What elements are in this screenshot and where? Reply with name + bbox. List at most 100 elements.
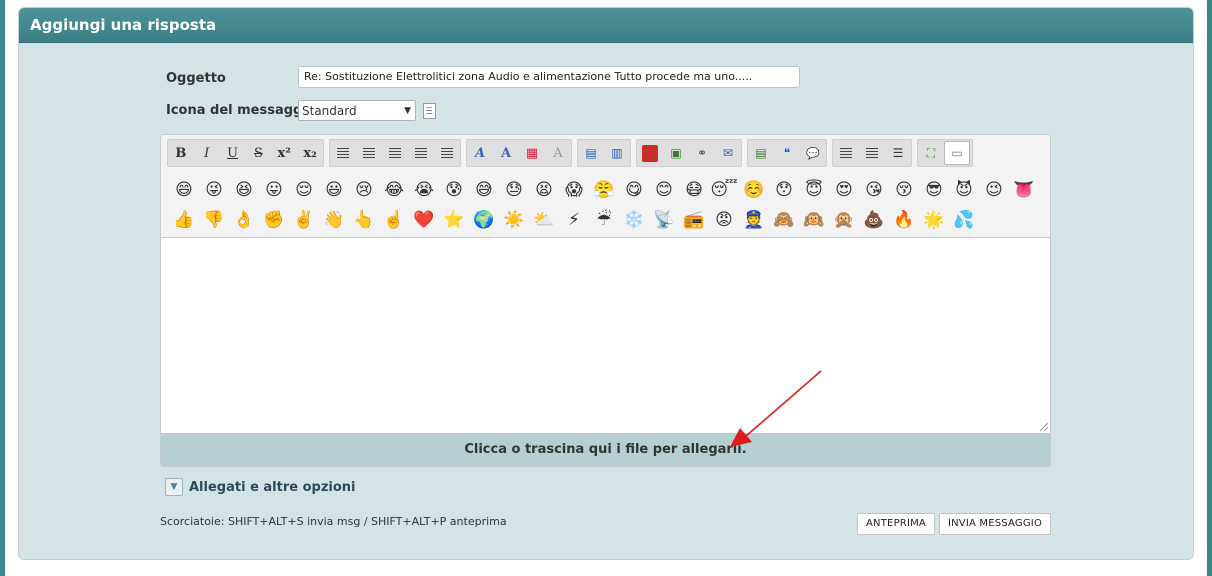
emoji-icon[interactable]: 📡 bbox=[649, 208, 679, 232]
color-icon[interactable]: ▦ bbox=[519, 141, 545, 165]
emoji-icon[interactable]: 👆 bbox=[349, 208, 379, 232]
emoji-icon[interactable]: 👌 bbox=[229, 208, 259, 232]
emoji-icon[interactable]: 😤 bbox=[589, 178, 619, 202]
submit-button[interactable]: INVIA MESSAGGIO bbox=[939, 513, 1051, 535]
emoji-icon[interactable]: 😆 bbox=[229, 178, 259, 202]
emoji-icon[interactable]: 😛 bbox=[259, 178, 289, 202]
emoji-icon[interactable]: 😈 bbox=[949, 178, 979, 202]
emoji-icon[interactable]: 😜 bbox=[199, 178, 229, 202]
emoji-icon[interactable]: 😯 bbox=[769, 178, 799, 202]
emoji-icon[interactable]: 😎 bbox=[919, 178, 949, 202]
emoji-icon[interactable]: 😢 bbox=[349, 178, 379, 202]
emoji-icon[interactable]: 😫 bbox=[529, 178, 559, 202]
emoji-icon[interactable]: 🙉 bbox=[799, 208, 829, 232]
emoji-row-2: 👍 👎 👌 ✊ ✌️ 👋 👆 ☝️ ❤️ ⭐ 🌍 ☀️ ⛅ ⚡ ☔ ❄️ 📡 📻 😡 👮 🙈 🙉 🙊 💩 🔥 🌟 💦 bbox=[169, 208, 979, 232]
emoji-icon[interactable]: 😌 bbox=[289, 178, 319, 202]
bullet-list-icon[interactable] bbox=[833, 141, 859, 165]
maximize-icon[interactable]: ⛶ bbox=[918, 141, 944, 165]
emoji-icon[interactable]: 💦 bbox=[949, 208, 979, 232]
emoji-icon[interactable]: 😭 bbox=[409, 178, 439, 202]
emoji-icon[interactable]: 😇 bbox=[799, 178, 829, 202]
keyboard-shortcuts-hint: Scorciatoie: SHIFT+ALT+S invia msg / SHI… bbox=[160, 515, 507, 528]
emoji-icon[interactable]: ✊ bbox=[259, 208, 289, 232]
emoji-icon[interactable]: ☝️ bbox=[379, 208, 409, 232]
emoji-icon[interactable]: ❄️ bbox=[619, 208, 649, 232]
justify-icon[interactable] bbox=[408, 141, 434, 165]
comment-icon[interactable]: 💬 bbox=[800, 141, 826, 165]
align-left-icon[interactable] bbox=[330, 141, 356, 165]
align-right-icon[interactable] bbox=[382, 141, 408, 165]
strikethrough-icon[interactable]: S bbox=[245, 141, 271, 165]
attachments-options-toggle[interactable]: ▼ Allegati e altre opzioni bbox=[165, 478, 356, 496]
source-icon[interactable]: ▭ bbox=[944, 141, 970, 165]
table-icon[interactable]: ▤ bbox=[578, 141, 604, 165]
underline-icon[interactable]: U bbox=[220, 141, 246, 165]
remove-format-icon[interactable]: A bbox=[545, 141, 571, 165]
toolbar-group-text: B I U S x² x₂ bbox=[167, 139, 324, 167]
resize-handle[interactable] bbox=[1040, 423, 1048, 431]
subscript-icon[interactable]: x₂ bbox=[297, 141, 323, 165]
emoji-icon[interactable]: 😅 bbox=[469, 178, 499, 202]
emoji-icon[interactable]: 👍 bbox=[169, 208, 199, 232]
youtube-icon[interactable] bbox=[637, 141, 663, 165]
emoji-icon[interactable]: ⚡ bbox=[559, 208, 589, 232]
subject-input[interactable]: Re: Sostituzione Elettrolitici zona Audi… bbox=[298, 66, 800, 88]
email-icon[interactable]: ✉ bbox=[715, 141, 741, 165]
emoji-icon[interactable]: 👎 bbox=[199, 208, 229, 232]
emoji-icon[interactable]: ⛅ bbox=[529, 208, 559, 232]
font-size-icon[interactable]: A bbox=[493, 141, 519, 165]
italic-icon[interactable]: I bbox=[194, 141, 220, 165]
numbered-list-icon[interactable] bbox=[859, 141, 885, 165]
superscript-icon[interactable]: x² bbox=[271, 141, 297, 165]
emoji-row-1: 😄 😜 😆 😛 😌 😃 😢 😂 😭 😰 😅 😓 😫 😱 😤 😋 😊 😷 😴 ☺️ 😯 😇 😍 😘 😚 😎 😈 😉 👅 bbox=[169, 178, 1039, 202]
emoji-icon[interactable]: 😓 bbox=[499, 178, 529, 202]
indent-icon[interactable] bbox=[434, 141, 460, 165]
preview-button[interactable]: ANTEPRIMA bbox=[857, 513, 935, 535]
emoji-icon[interactable]: 💩 bbox=[859, 208, 889, 232]
emoji-icon[interactable]: 👅 bbox=[1009, 178, 1039, 202]
emoji-icon[interactable]: 😷 bbox=[679, 178, 709, 202]
toolbar-group-list: ☰ bbox=[832, 139, 912, 167]
image-icon[interactable]: ▣ bbox=[663, 141, 689, 165]
emoji-icon[interactable]: 😂 bbox=[379, 178, 409, 202]
emoji-icon[interactable]: 👮 bbox=[739, 208, 769, 232]
emoji-icon[interactable]: 🌟 bbox=[919, 208, 949, 232]
emoji-icon[interactable]: 🙊 bbox=[829, 208, 859, 232]
emoji-icon[interactable]: 🌍 bbox=[469, 208, 499, 232]
emoji-icon[interactable]: ☺️ bbox=[739, 178, 769, 202]
emoji-icon[interactable]: 😘 bbox=[859, 178, 889, 202]
emoji-icon[interactable]: ☀️ bbox=[499, 208, 529, 232]
message-textarea[interactable] bbox=[161, 238, 1050, 433]
emoji-icon[interactable]: 😴 bbox=[709, 178, 739, 202]
emoji-icon[interactable]: 👋 bbox=[319, 208, 349, 232]
emoji-icon[interactable]: 😚 bbox=[889, 178, 919, 202]
align-center-icon[interactable] bbox=[356, 141, 382, 165]
message-icon-select[interactable]: Standard ▼ bbox=[298, 100, 416, 121]
emoji-icon[interactable]: ✌️ bbox=[289, 208, 319, 232]
attachments-options-label: Allegati e altre opzioni bbox=[189, 479, 356, 495]
emoji-icon[interactable]: 😍 bbox=[829, 178, 859, 202]
emoji-icon[interactable]: ⭐ bbox=[439, 208, 469, 232]
emoji-icon[interactable]: 😄 bbox=[169, 178, 199, 202]
quote-icon[interactable]: ❝ bbox=[774, 141, 800, 165]
font-icon[interactable]: A bbox=[467, 141, 493, 165]
emoji-icon[interactable]: 🙈 bbox=[769, 208, 799, 232]
toolbar-group-table: ▤ ▥ bbox=[577, 139, 631, 167]
emoji-icon[interactable]: 😊 bbox=[649, 178, 679, 202]
emoji-icon[interactable]: 😋 bbox=[619, 178, 649, 202]
link-icon[interactable]: ⚭ bbox=[689, 141, 715, 165]
emoji-icon[interactable]: 😉 bbox=[979, 178, 1009, 202]
emoji-icon[interactable]: 🔥 bbox=[889, 208, 919, 232]
insert-icon[interactable]: ▤ bbox=[748, 141, 774, 165]
emoji-icon[interactable]: 😱 bbox=[559, 178, 589, 202]
attachment-dropzone[interactable]: Clicca o trascina qui i file per allegar… bbox=[161, 433, 1050, 466]
emoji-icon[interactable]: 📻 bbox=[679, 208, 709, 232]
emoji-icon[interactable]: 😡 bbox=[709, 208, 739, 232]
emoji-icon[interactable]: ❤️ bbox=[409, 208, 439, 232]
emoji-icon[interactable]: 😰 bbox=[439, 178, 469, 202]
table-row-icon[interactable]: ▥ bbox=[604, 141, 630, 165]
emoji-icon[interactable]: ☔ bbox=[589, 208, 619, 232]
emoji-icon[interactable]: 😃 bbox=[319, 178, 349, 202]
bold-icon[interactable]: B bbox=[168, 141, 194, 165]
horizontal-rule-icon[interactable]: ☰ bbox=[885, 141, 911, 165]
